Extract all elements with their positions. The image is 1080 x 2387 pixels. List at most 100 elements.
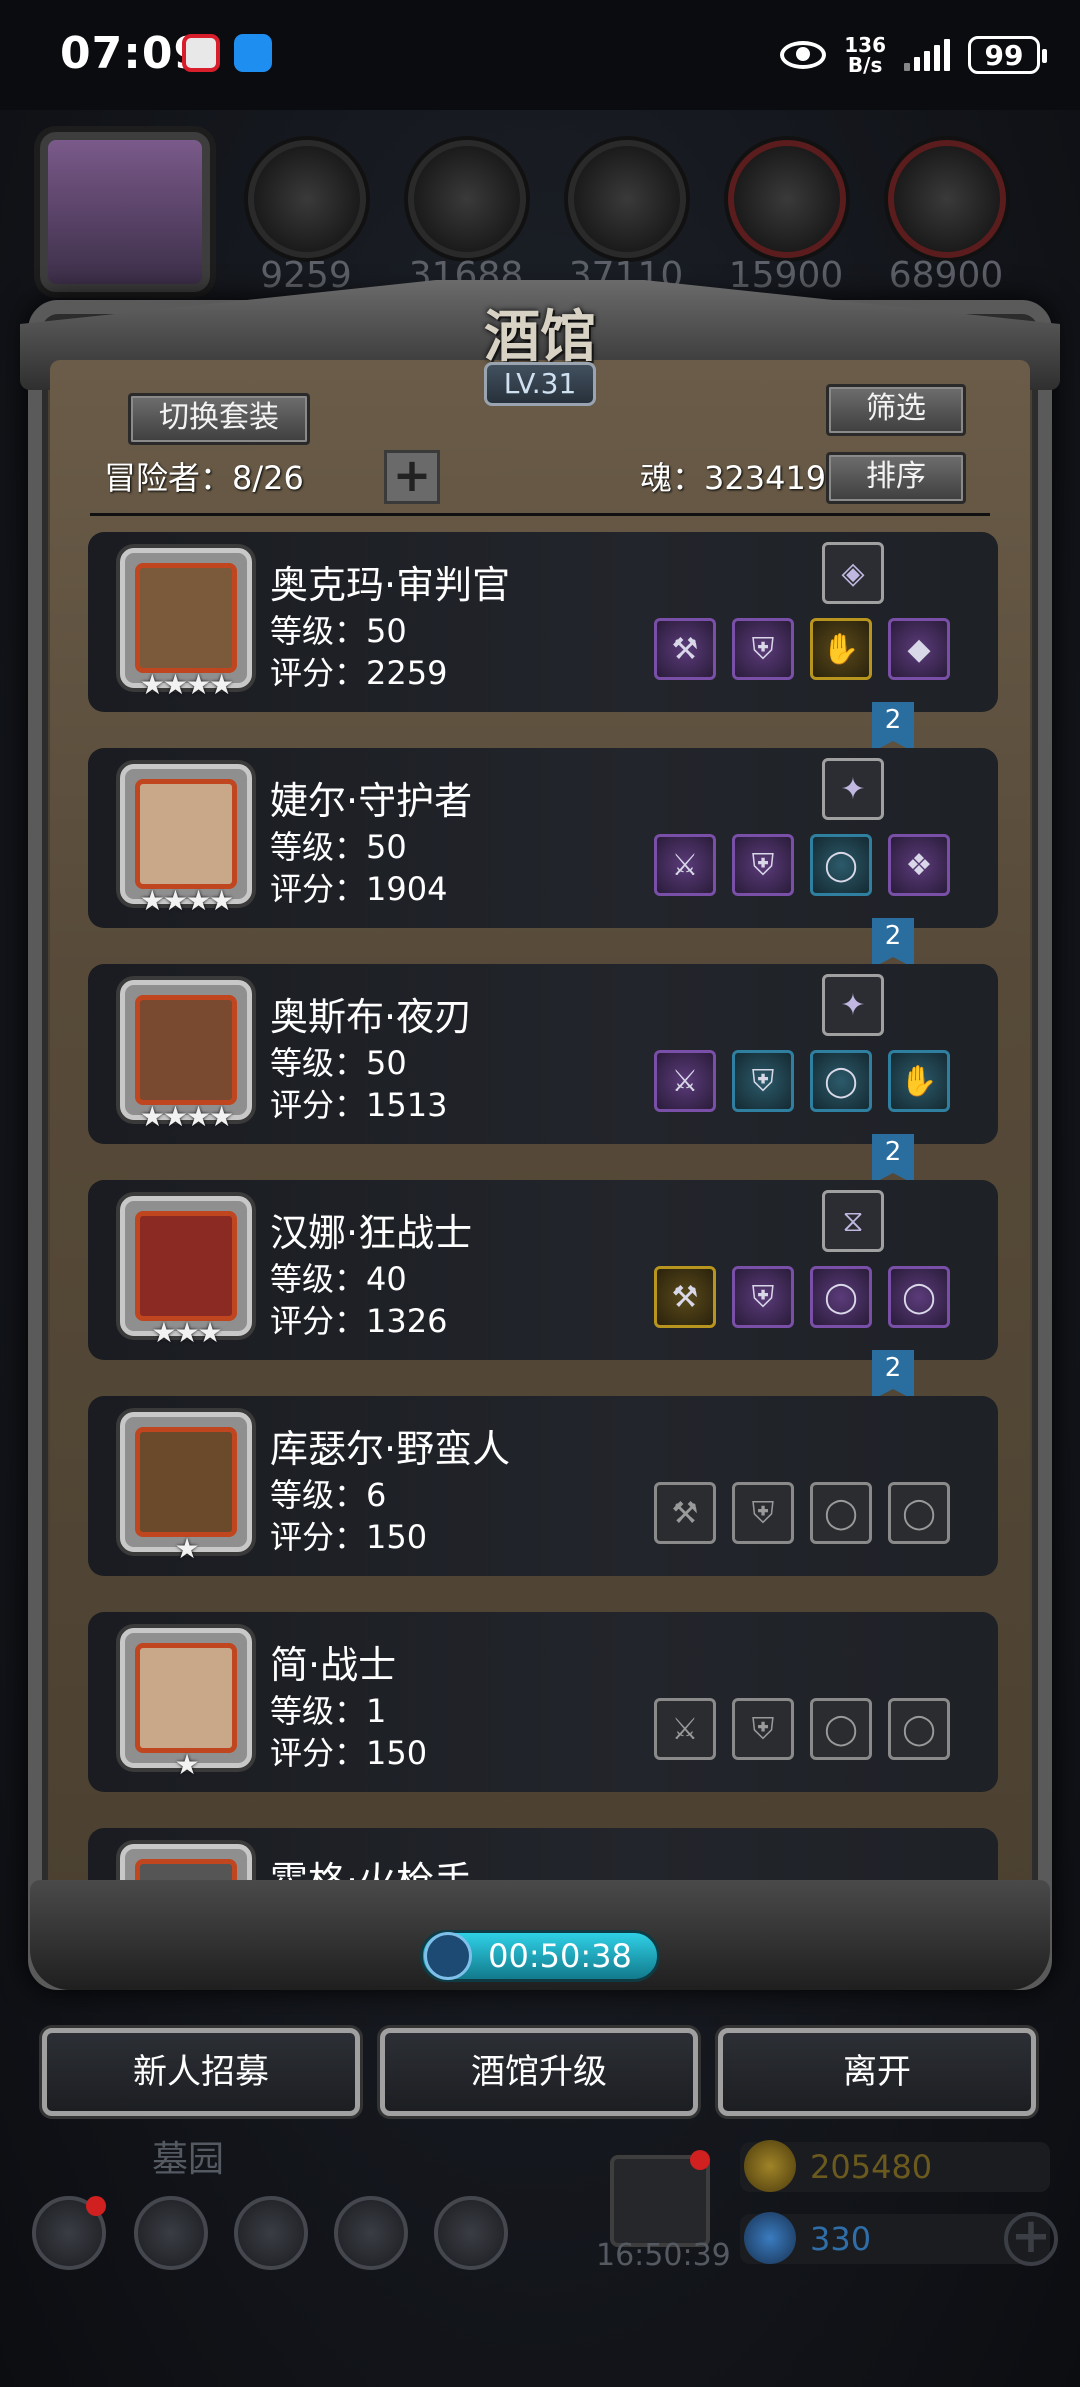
accessory-slot-icon[interactable]: ◯ — [810, 1266, 872, 1328]
star-rating: ★ — [174, 1532, 199, 1565]
divider — [90, 513, 990, 516]
star-rating: ★★★★ — [139, 668, 234, 701]
hero-name: 婕尔·守护者 — [270, 779, 473, 823]
accessory-slot-icon[interactable]: ◯ — [810, 1050, 872, 1112]
gold-coin-icon — [744, 2140, 796, 2192]
iron-resource-icon — [568, 140, 686, 258]
hero-portrait[interactable]: ★ — [120, 1412, 252, 1565]
weapon-slot-icon[interactable]: ⚔ — [654, 1698, 716, 1760]
filter-button[interactable]: 筛选 — [826, 384, 966, 436]
meat-resource-icon — [248, 140, 366, 258]
accessory-slot-icon[interactable]: ◯ — [810, 834, 872, 896]
hero-name: 奥克玛·审判官 — [270, 563, 511, 607]
gem-amount: 330 — [810, 2220, 872, 2258]
relic-slot-icon[interactable]: ⧖ — [822, 1190, 884, 1252]
accessory-slot-icon[interactable]: ✋ — [810, 618, 872, 680]
armor-slot-icon[interactable]: ⛨ — [732, 1698, 794, 1760]
crystal-resource-icon — [728, 140, 846, 258]
upgrade-count-ribbon: 2 — [872, 702, 914, 752]
add-currency-button[interactable]: + — [1004, 2212, 1058, 2266]
hero-card[interactable]: ★★★ 汉娜·狂战士 等级：40 评分：1326 ⧖ ⚒ ⛨ ◯ ◯ — [88, 1180, 998, 1360]
weapon-slot-icon[interactable]: ⚒ — [654, 1482, 716, 1544]
hero-list[interactable]: ★★★★ 奥克玛·审判官 等级：50 评分：2259 ◈ ⚒ ⛨ ✋ ◆ 2 ★★★★ 婕尔·守护者等… — [88, 532, 998, 1906]
achievement-icon[interactable] — [134, 2196, 208, 2270]
trinket-slot-icon[interactable]: ✋ — [888, 1050, 950, 1112]
star-rating: ★★★ — [151, 1316, 222, 1349]
gift-timer: 16:50:39 — [596, 2238, 731, 2273]
armor-slot-icon[interactable]: ⛨ — [732, 618, 794, 680]
lovers-event-icon[interactable] — [40, 132, 210, 292]
hero-score: 评分：150 — [270, 1518, 428, 1556]
hero-score: 评分：1513 — [270, 1086, 448, 1124]
armor-slot-icon[interactable]: ⛨ — [732, 1482, 794, 1544]
switch-outfit-button[interactable]: 切换套装 — [128, 393, 310, 445]
battery-level: 99 — [984, 38, 1024, 72]
relic-slot-icon[interactable]: ✦ — [822, 974, 884, 1036]
hero-level: 等级：40 — [270, 1260, 407, 1298]
weapon-slot-icon[interactable]: ⚒ — [654, 618, 716, 680]
trinket-slot-icon[interactable]: ❖ — [888, 834, 950, 896]
hero-face — [135, 779, 237, 889]
tavern-upgrade-button[interactable]: 酒馆升级 — [380, 2028, 698, 2116]
upgrade-count-ribbon: 2 — [872, 918, 914, 968]
hero-face — [135, 1643, 237, 1753]
hero-portrait[interactable]: ★ — [120, 1628, 252, 1781]
stone-resource-icon — [888, 140, 1006, 258]
trinket-slot-icon[interactable]: ◯ — [888, 1482, 950, 1544]
signal-icon — [904, 39, 950, 71]
hero-card[interactable]: ★ 简·战士 等级：1 评分：150 ⚔ ⛨ ◯ ◯ — [88, 1612, 998, 1792]
heroes-nav-icon[interactable] — [234, 2196, 308, 2270]
hero-portrait[interactable]: ★★★ — [120, 1196, 252, 1349]
hero-card[interactable]: ★★★★ 奥克玛·审判官 等级：50 评分：2259 ◈ ⚒ ⛨ ✋ ◆ — [88, 532, 998, 712]
hero-portrait[interactable]: ★★★★ — [120, 548, 252, 701]
backpack-icon[interactable] — [434, 2196, 508, 2270]
hero-face — [135, 563, 237, 673]
hero-face — [135, 995, 237, 1105]
eye-icon — [780, 41, 827, 69]
hero-score: 评分：150 — [270, 1734, 428, 1772]
relic-slot-icon[interactable]: ◈ — [822, 542, 884, 604]
star-rating: ★★★★ — [139, 884, 234, 917]
wood-resource-icon — [408, 140, 526, 258]
battery-icon: 99 — [968, 36, 1047, 74]
hero-level: 等级：6 — [270, 1476, 387, 1514]
weather-app-icon — [234, 34, 272, 72]
armor-slot-icon[interactable]: ⛨ — [732, 834, 794, 896]
upgrade-count-ribbon: 2 — [872, 1350, 914, 1400]
recruit-button[interactable]: 新人招募 — [42, 2028, 360, 2116]
trinket-slot-icon[interactable]: ◆ — [888, 618, 950, 680]
status-bar: 07:09 136 B/s 99 — [0, 0, 1080, 110]
sort-button[interactable]: 排序 — [826, 452, 966, 504]
hero-name: 奥斯布·夜刃 — [270, 995, 473, 1039]
star-rating: ★ — [174, 1748, 199, 1781]
trinket-slot-icon[interactable]: ◯ — [888, 1698, 950, 1760]
weapon-slot-icon[interactable]: ⚒ — [654, 1266, 716, 1328]
trinket-slot-icon[interactable]: ◯ — [888, 1266, 950, 1328]
hero-score: 评分：2259 — [270, 654, 448, 692]
hero-level: 等级：50 — [270, 828, 407, 866]
accessory-slot-icon[interactable]: ◯ — [810, 1482, 872, 1544]
hero-level: 等级：50 — [270, 1044, 407, 1082]
stone-resource-count: 68900 — [888, 255, 1004, 296]
hero-card[interactable]: ★★★★ 婕尔·守护者等级：50 评分：1904 ✦ ⚔ ⛨ ◯ ❖ — [88, 748, 998, 928]
hero-name: 库瑟尔·野蛮人 — [270, 1427, 511, 1471]
hero-card[interactable]: ★★★★ 奥斯布·夜刃等级：50 评分：1513 ✦ ⚔ ⛨ ◯ ✋ — [88, 964, 998, 1144]
hero-name: 简·战士 — [270, 1643, 397, 1687]
hero-score: 评分：1904 — [270, 870, 448, 908]
hero-portrait[interactable]: ★★★★ — [120, 980, 252, 1133]
hero-card[interactable]: ★ 库瑟尔·野蛮人等级：6 评分：150 ⚒ ⛨ ◯ ◯ — [88, 1396, 998, 1576]
weapon-slot-icon[interactable]: ⚔ — [654, 1050, 716, 1112]
armor-slot-icon[interactable]: ⛨ — [732, 1050, 794, 1112]
hero-name: 汉娜·狂战士 — [270, 1211, 473, 1255]
mail-icon[interactable] — [334, 2196, 408, 2270]
hero-portrait[interactable]: ★★★★ — [120, 764, 252, 917]
adventurer-count: 冒险者：8/26 — [104, 459, 304, 497]
armor-slot-icon[interactable]: ⛨ — [732, 1266, 794, 1328]
add-adventurer-slot-button[interactable]: + — [384, 450, 440, 504]
panel-title: 酒馆 — [484, 304, 596, 370]
weapon-slot-icon[interactable]: ⚔ — [654, 834, 716, 896]
relic-slot-icon[interactable]: ✦ — [822, 758, 884, 820]
accessory-slot-icon[interactable]: ◯ — [810, 1698, 872, 1760]
leave-button[interactable]: 离开 — [718, 2028, 1036, 2116]
clock-icon — [424, 1932, 472, 1980]
